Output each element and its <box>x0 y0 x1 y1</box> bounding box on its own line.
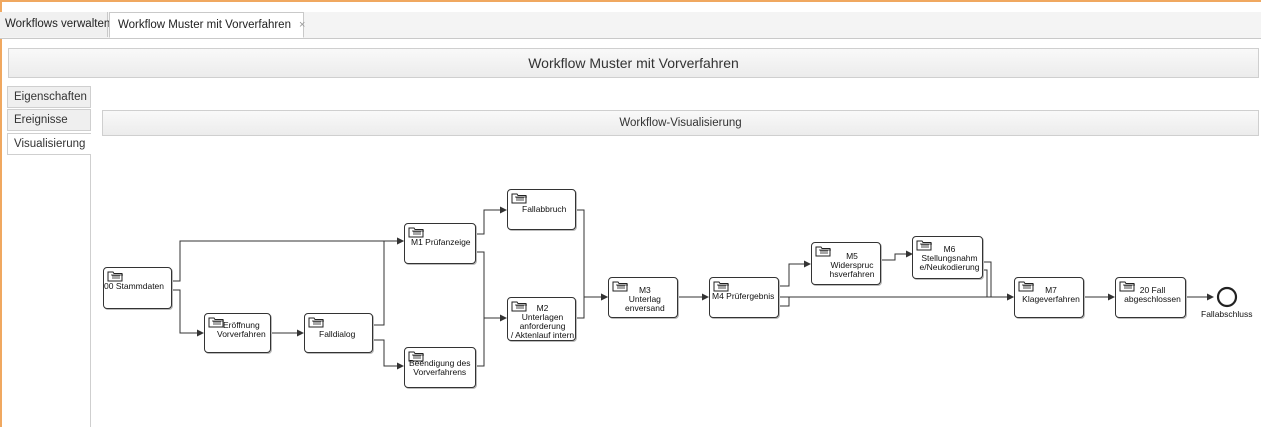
node-label: M5 Widerspruc hsverfahren <box>829 251 875 279</box>
edge <box>576 293 608 319</box>
edge <box>476 251 507 322</box>
node-beendigung[interactable]: Beendigung des Vorverfahrens <box>404 347 476 388</box>
node-fallabbruch[interactable]: Fallabbruch <box>507 189 576 230</box>
folder-icon <box>308 316 325 328</box>
edge <box>779 260 811 287</box>
edge <box>476 297 485 367</box>
edge <box>172 237 404 282</box>
node-pruefanzeige[interactable]: M1 Prüfanzeige <box>404 223 476 264</box>
node-versand[interactable]: M3 Unterlag enversand <box>608 277 678 318</box>
node-klage[interactable]: M7 Klageverfahren <box>1014 277 1084 318</box>
end-event-circle <box>1216 286 1238 308</box>
node-label: M2 Unterlagen anforderung / Aktenlauf in… <box>510 303 575 340</box>
edge <box>373 339 404 370</box>
node-pruefergebnis[interactable]: M4 Prüfergebnis <box>709 277 779 318</box>
node-label: Falldialog <box>319 329 356 339</box>
node-label: 00 Stammdaten <box>104 281 165 291</box>
node-stammdaten[interactable]: 00 Stammdaten <box>103 267 172 309</box>
node-label: M6 Stellungsnahm e/Neukodierung <box>919 244 980 272</box>
node-label: M1 Prüfanzeige <box>411 237 471 247</box>
node-label: 20 Fall abgeschlossen <box>1124 285 1181 304</box>
node-label: M4 Prüfergebnis <box>712 291 775 301</box>
node-label: M7 Klageverfahren <box>1022 285 1080 304</box>
end-event-label: Fallabschluss <box>1201 309 1253 319</box>
edge <box>476 206 507 235</box>
edge <box>779 297 790 307</box>
node-abgeschlossen[interactable]: 20 Fall abgeschlossen <box>1115 277 1186 318</box>
node-falldialog[interactable]: Falldialog <box>304 313 373 353</box>
node-eroeffnung[interactable]: Eröffnung Vorverfahren <box>204 313 271 353</box>
node-label: M3 Unterlag enversand <box>625 285 665 313</box>
edge <box>373 237 404 326</box>
edge <box>983 269 988 297</box>
folder-icon <box>511 192 528 204</box>
node-label: Fallabbruch <box>522 204 567 214</box>
node-stellungnahme[interactable]: M6 Stellungsnahm e/Neukodierung <box>912 236 983 279</box>
edge <box>881 250 913 261</box>
node-unterlagen[interactable]: M2 Unterlagen anforderung / Aktenlauf in… <box>507 297 576 341</box>
edge <box>576 209 608 301</box>
workflow-diagram <box>172 206 1238 370</box>
node-widerspruch[interactable]: M5 Widerspruc hsverfahren <box>811 242 881 285</box>
node-label: Eröffnung Vorverfahren <box>217 320 266 339</box>
node-label: Beendigung des Vorverfahrens <box>409 358 471 377</box>
edge <box>172 289 204 337</box>
